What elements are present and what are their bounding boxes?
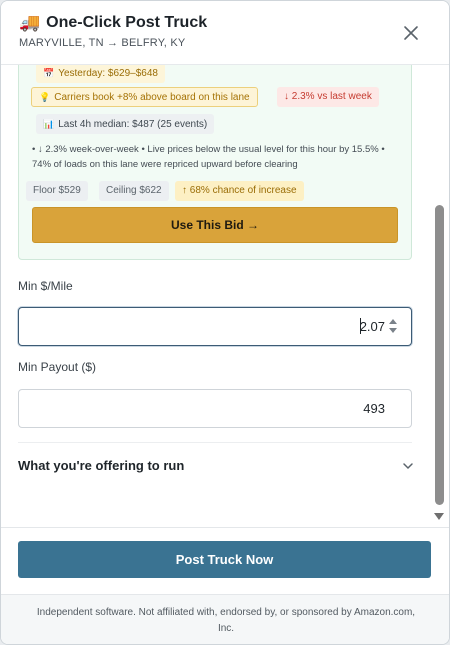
floor-chip: Floor $529 <box>26 181 88 201</box>
ceiling-chip: Ceiling $622 <box>99 181 169 201</box>
truck-icon: 🚚 <box>19 13 41 32</box>
text-caret <box>360 318 361 334</box>
route-text: MARYVILLE, TN → BELFRY, KY <box>19 37 186 49</box>
bar-chart-icon: 📊 <box>43 119 55 129</box>
min-per-mile-input[interactable] <box>18 307 412 346</box>
increase-chance-chip: ↑ 68% chance of increase <box>175 181 304 201</box>
panel-header: 🚚 One-Click Post Truck MARYVILLE, TN → B… <box>1 1 449 65</box>
carriers-text: Carriers book +8% above board on this la… <box>54 92 250 103</box>
section-divider <box>18 442 412 443</box>
vertical-scrollbar[interactable] <box>431 65 447 527</box>
close-button[interactable] <box>399 21 423 45</box>
number-spinner-icon[interactable] <box>388 316 398 336</box>
min-per-mile-label: Min $/Mile <box>18 279 73 293</box>
footer-band: Independent software. Not affiliated wit… <box>1 594 449 644</box>
week-change-chip: ↓ 2.3% vs last week <box>277 87 379 107</box>
disclaimer-text: Independent software. Not affiliated wit… <box>36 607 416 634</box>
post-truck-panel: 🚚 One-Click Post Truck MARYVILLE, TN → B… <box>0 0 450 645</box>
panel-title: One-Click Post Truck <box>46 14 208 31</box>
use-this-bid-button[interactable]: Use This Bid → <box>32 207 398 243</box>
footer-divider <box>1 527 449 528</box>
min-payout-label: Min Payout ($) <box>18 360 97 374</box>
min-payout-input[interactable] <box>18 389 412 428</box>
carriers-chip: 💡 Carriers book +8% above board on this l… <box>31 87 258 107</box>
title-row: 🚚 One-Click Post Truck <box>19 14 207 32</box>
yesterday-chip: 📅 Yesterday: $629–$648 <box>36 65 165 83</box>
scroll-area[interactable]: 📅 Yesterday: $629–$648 💡 Carriers book +8%… <box>1 65 431 527</box>
scrollbar-thumb[interactable] <box>435 205 444 505</box>
median-text: Last 4h median: $487 (25 events) <box>58 119 208 130</box>
lightbulb-icon: 💡 <box>39 92 51 102</box>
offering-label: What you're offering to run <box>18 458 185 473</box>
chevron-down-icon <box>403 463 413 470</box>
pricing-insights-card: 📅 Yesterday: $629–$648 💡 Carriers book +8%… <box>18 65 412 260</box>
post-truck-now-button[interactable]: Post Truck Now <box>18 541 431 578</box>
insight-notes: • ↓ 2.3% week-over-week • Live prices be… <box>32 144 385 170</box>
offering-accordion[interactable]: What you're offering to run <box>18 451 413 479</box>
calendar-icon: 📅 <box>43 68 55 78</box>
scroll-down-arrow-icon[interactable] <box>434 513 444 520</box>
yesterday-text: Yesterday: $629–$648 <box>58 68 158 79</box>
median-chip: 📊 Last 4h median: $487 (25 events) <box>36 114 215 134</box>
close-icon <box>404 26 418 40</box>
